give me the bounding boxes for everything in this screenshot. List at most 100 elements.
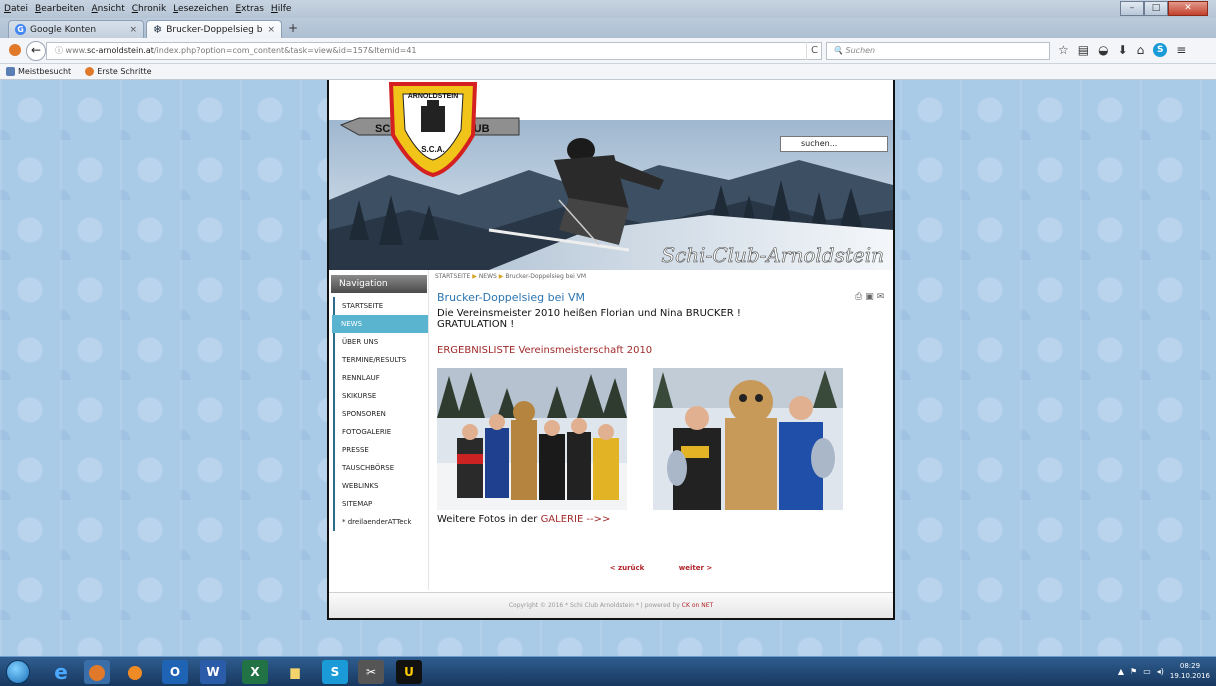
- bookmark-star-icon[interactable]: ☆: [1058, 43, 1069, 57]
- menu-lesezeichen[interactable]: Lesezeichen: [173, 4, 228, 14]
- toolbar-icons: ☆ ▤ ◒ ⬇ ⌂ S ≡: [1058, 43, 1186, 57]
- clock-time: 08:29: [1179, 662, 1201, 670]
- tab-google-konten[interactable]: G Google Konten ×: [8, 20, 144, 38]
- new-tab-button[interactable]: +: [288, 21, 298, 35]
- nav-list: STARTSEITE NEWS ÜBER UNS TERMINE/RESULTS…: [329, 297, 428, 531]
- tab-brucker-doppelsieg[interactable]: ❄ Brucker-Doppelsieg bei V... ×: [146, 20, 282, 38]
- nav-item-termine-results[interactable]: TERMINE/RESULTS: [333, 351, 428, 369]
- reload-button[interactable]: C: [806, 42, 822, 60]
- powered-by-link[interactable]: CK on NET: [682, 602, 713, 609]
- site-container: SCHI CLUB ARNOLDSTEIN S.C.A. Schi-Club-A…: [327, 80, 895, 620]
- next-link[interactable]: weiter >: [679, 564, 712, 572]
- maximize-button[interactable]: □: [1144, 1, 1168, 16]
- media-player-icon[interactable]: [122, 660, 148, 684]
- pdf-icon[interactable]: ⎙: [855, 292, 862, 302]
- skype-taskbar-icon[interactable]: S: [322, 660, 348, 684]
- clock[interactable]: 08:29 19.10.2016: [1170, 661, 1210, 681]
- url-path: /index.php?option=com_content&task=view&…: [153, 46, 417, 55]
- nav-item-tauschboerse[interactable]: TAUSCHBÖRSE: [333, 459, 428, 477]
- nav-item-rennlauf[interactable]: RENNLAUF: [333, 369, 428, 387]
- u-app-icon[interactable]: U: [396, 660, 422, 684]
- email-icon[interactable]: ✉: [877, 292, 885, 302]
- bookmark-erste-schritte[interactable]: Erste Schritte: [85, 67, 152, 76]
- breadcrumb-arrow-icon: ▶: [472, 273, 477, 280]
- nav-item-weblinks[interactable]: WEBLINKS: [333, 477, 428, 495]
- start-button[interactable]: [6, 660, 30, 684]
- nav-item-fotogalerie[interactable]: FOTOGALERIE: [333, 423, 428, 441]
- url-bar[interactable]: ⓘ www.sc-arnoldstein.at/index.php?option…: [46, 42, 822, 60]
- firefox-taskbar-icon[interactable]: [84, 660, 110, 684]
- search-placeholder: Suchen: [845, 46, 876, 55]
- nav-item-skikurse[interactable]: SKIKURSE: [333, 387, 428, 405]
- breadcrumb: STARTSEITE ▶ NEWS ▶ Brucker-Doppelsieg b…: [435, 273, 586, 280]
- google-icon: G: [15, 24, 26, 35]
- menu-hilfe[interactable]: Hilfe: [271, 4, 292, 14]
- nav-item-news[interactable]: NEWS: [332, 315, 428, 333]
- menu-bar: Datei Bearbeiten Ansicht Chronik Lesezei…: [0, 0, 1216, 18]
- page-navigation: < zurück weiter >: [429, 564, 893, 572]
- home-icon[interactable]: ⌂: [1137, 43, 1145, 57]
- print-icon[interactable]: ▣: [865, 292, 874, 302]
- navigation-toolbar: ← ⓘ www.sc-arnoldstein.at/index.php?opti…: [0, 38, 1216, 64]
- browser-search-input[interactable]: 🔍 Suchen: [826, 42, 1050, 60]
- file-explorer-icon[interactable]: ▆: [282, 660, 308, 684]
- menu-bearbeiten[interactable]: Bearbeiten: [35, 4, 84, 14]
- hamburger-menu-icon[interactable]: ≡: [1176, 43, 1186, 57]
- article-line-2: GRATULATION !: [437, 319, 515, 330]
- gallery-link[interactable]: GALERIE -->>: [541, 514, 611, 525]
- logo-top-text: ARNOLDSTEIN: [408, 93, 459, 100]
- ie-icon[interactable]: e: [48, 660, 74, 684]
- firefox-bookmark-icon: [85, 67, 95, 76]
- firefox-icon: [9, 44, 21, 56]
- breadcrumb-startseite[interactable]: STARTSEITE: [435, 273, 470, 280]
- reading-list-icon[interactable]: ▤: [1078, 43, 1089, 57]
- snowflake-icon: ❄: [153, 23, 163, 36]
- nav-item-sitemap[interactable]: SITEMAP: [333, 495, 428, 513]
- result-list-link[interactable]: ERGEBNISLISTE Vereinsmeisterschaft 2010: [437, 345, 652, 356]
- nav-item-presse[interactable]: PRESSE: [333, 441, 428, 459]
- back-button[interactable]: ←: [26, 41, 46, 61]
- page-viewport: SCHI CLUB ARNOLDSTEIN S.C.A. Schi-Club-A…: [0, 80, 1216, 656]
- minimize-button[interactable]: –: [1120, 1, 1144, 16]
- copyright-text: Copyright © 2016 * Schi Club Arnoldstein…: [508, 602, 682, 609]
- header-banner-image: SCHI CLUB ARNOLDSTEIN S.C.A. Schi-Club-A…: [329, 82, 893, 270]
- tab-close-icon[interactable]: ×: [267, 25, 275, 35]
- menu-extras[interactable]: Extras: [235, 4, 263, 14]
- nav-item-dreilaender[interactable]: * dreilaenderATTeck: [333, 513, 428, 531]
- url-domain: sc-arnoldstein.at: [86, 46, 154, 55]
- volume-icon[interactable]: ◂): [1157, 667, 1164, 676]
- taskbar: e O W X ▆ S ✂ U ▲ ⚑ ▭ ◂) 08:29 19.10.201…: [0, 656, 1216, 686]
- snipping-tool-icon[interactable]: ✂: [358, 660, 384, 684]
- download-icon[interactable]: ⬇: [1118, 43, 1128, 57]
- window-controls: – □ ✕: [1120, 1, 1208, 16]
- logo-bottom-text: S.C.A.: [421, 145, 445, 154]
- team-photo-2[interactable]: [653, 368, 843, 510]
- tab-close-icon[interactable]: ×: [129, 25, 137, 35]
- network-icon[interactable]: ▭: [1143, 667, 1151, 676]
- skype-icon[interactable]: S: [1153, 43, 1168, 57]
- team-photo-1[interactable]: [437, 368, 627, 510]
- menu-ansicht[interactable]: Ansicht: [92, 4, 125, 14]
- bookmarks-bar: Meistbesucht Erste Schritte: [0, 64, 1216, 80]
- breadcrumb-news[interactable]: NEWS: [479, 273, 497, 280]
- nav-item-startseite[interactable]: STARTSEITE: [333, 297, 428, 315]
- bookmark-label: Meistbesucht: [18, 67, 72, 76]
- menu-chronik[interactable]: Chronik: [132, 4, 166, 14]
- site-search-input[interactable]: suchen...: [780, 136, 888, 152]
- bookmark-folder-icon: [6, 67, 15, 76]
- flag-icon[interactable]: ⚑: [1130, 667, 1137, 676]
- excel-icon[interactable]: X: [242, 660, 268, 684]
- tab-bar: G Google Konten × ❄ Brucker-Doppelsieg b…: [0, 18, 1216, 38]
- tray-arrow-icon[interactable]: ▲: [1118, 667, 1124, 676]
- tab-label: Brucker-Doppelsieg bei V...: [166, 24, 263, 35]
- close-window-button[interactable]: ✕: [1168, 1, 1208, 16]
- prev-link[interactable]: < zurück: [610, 564, 645, 572]
- pocket-icon[interactable]: ◒: [1098, 43, 1108, 57]
- more-photos-text: Weitere Fotos in der GALERIE -->>: [437, 514, 610, 525]
- menu-datei[interactable]: Datei: [4, 4, 28, 14]
- nav-item-ueber-uns[interactable]: ÜBER UNS: [333, 333, 428, 351]
- nav-item-sponsoren[interactable]: SPONSOREN: [333, 405, 428, 423]
- outlook-icon[interactable]: O: [162, 660, 188, 684]
- word-icon[interactable]: W: [200, 660, 226, 684]
- bookmark-meistbesucht[interactable]: Meistbesucht: [6, 67, 71, 76]
